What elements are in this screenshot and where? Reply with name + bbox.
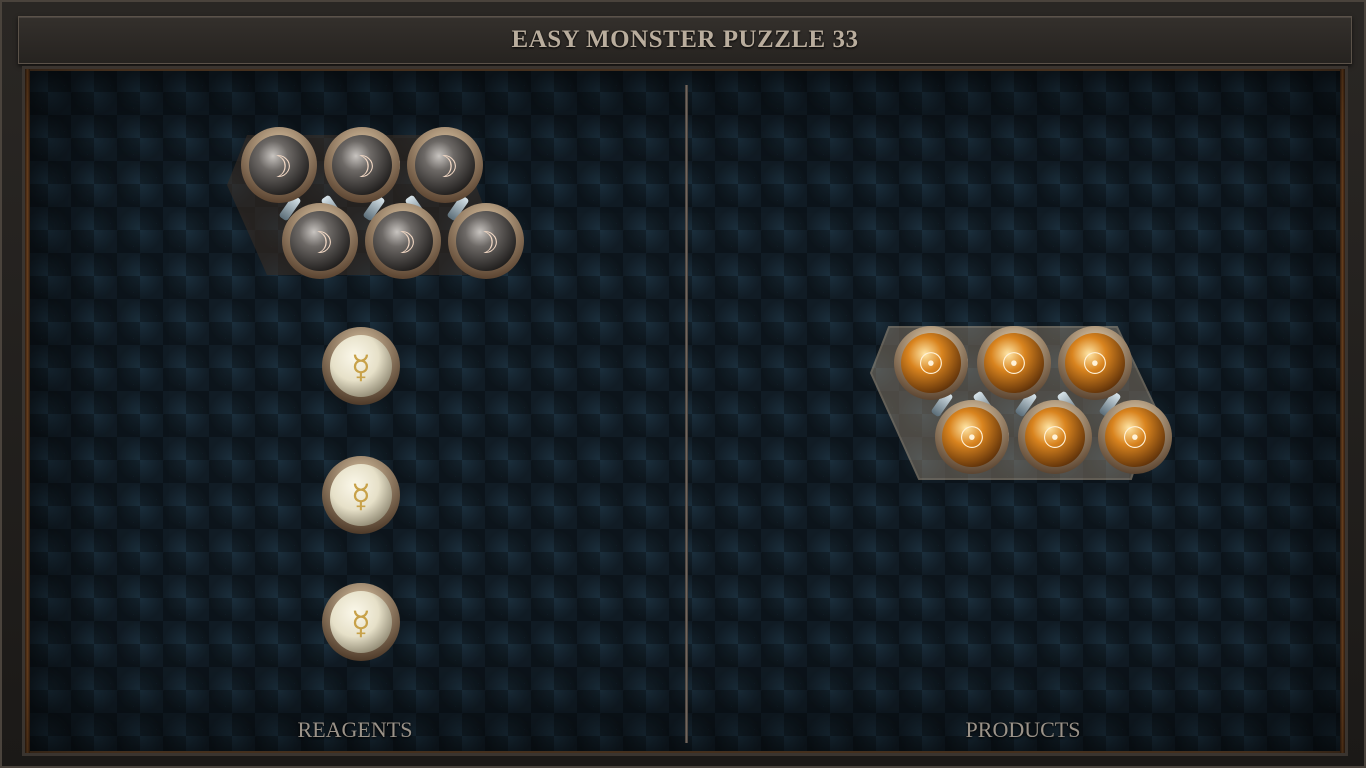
moon-icon: ☽ [266, 150, 293, 185]
sun-icon: ☉ [1042, 421, 1069, 456]
sun-icon: ☉ [1082, 347, 1109, 382]
mercury-icon: ☿ [351, 348, 371, 386]
mercury-icon: ☿ [351, 604, 371, 642]
silver-atom: ☽ [241, 127, 317, 203]
gold-atom: ☉ [1058, 326, 1132, 400]
reagent-quicksilver-atom-3[interactable]: ☿ [321, 582, 401, 662]
game-window: EASY MONSTER PUZZLE 33 ☽ ☽ ☽ ☽ ☽ ☽ ☿ ☿ ☿… [0, 0, 1366, 768]
gold-atom: ☉ [935, 400, 1009, 474]
gold-molecule-graphic: ☉ ☉ ☉ ☉ ☉ ☉ [869, 326, 1172, 480]
board-edge-right [1340, 69, 1345, 753]
silver-atom: ☽ [448, 203, 524, 279]
reagent-silver-molecule[interactable]: ☽ ☽ ☽ ☽ ☽ ☽ [217, 125, 524, 285]
reagent-quicksilver-atom-2[interactable]: ☿ [321, 455, 401, 535]
reagents-label: REAGENTS [297, 717, 413, 742]
quicksilver-atom-graphic: ☿ [322, 456, 400, 534]
moon-icon: ☽ [390, 226, 417, 261]
gold-atom: ☉ [977, 326, 1051, 400]
sun-icon: ☉ [1001, 347, 1028, 382]
gold-atom: ☉ [894, 326, 968, 400]
sun-icon: ☉ [959, 421, 986, 456]
sun-icon: ☉ [918, 347, 945, 382]
puzzle-title: EASY MONSTER PUZZLE 33 [511, 26, 859, 53]
moon-icon: ☽ [432, 150, 459, 185]
moon-icon: ☽ [307, 226, 334, 261]
product-gold-molecule[interactable]: ☉ ☉ ☉ ☉ ☉ ☉ [869, 313, 1172, 483]
gold-atom: ☉ [1098, 400, 1172, 474]
silver-molecule-graphic: ☽ ☽ ☽ ☽ ☽ ☽ [227, 127, 524, 279]
silver-atom: ☽ [365, 203, 441, 279]
moon-icon: ☽ [473, 226, 500, 261]
silver-atom: ☽ [282, 203, 358, 279]
silver-atom: ☽ [407, 127, 483, 203]
quicksilver-atom-graphic: ☿ [322, 583, 400, 661]
mercury-icon: ☿ [351, 477, 371, 515]
puzzle-board: ☽ ☽ ☽ ☽ ☽ ☽ ☿ ☿ ☿ ☉ ☉ ☉ ☉ ☉ ☉ REAGENTS P… [22, 66, 1348, 756]
silver-atom: ☽ [324, 127, 400, 203]
reagent-quicksilver-atom-1[interactable]: ☿ [321, 326, 401, 406]
products-label: PRODUCTS [965, 717, 1081, 742]
title-bar: EASY MONSTER PUZZLE 33 [18, 16, 1352, 64]
quicksilver-atom-graphic: ☿ [322, 327, 400, 405]
panel-divider [685, 85, 688, 743]
sun-icon: ☉ [1122, 421, 1149, 456]
gold-atom: ☉ [1018, 400, 1092, 474]
board-edge-left [25, 69, 30, 753]
moon-icon: ☽ [349, 150, 376, 185]
